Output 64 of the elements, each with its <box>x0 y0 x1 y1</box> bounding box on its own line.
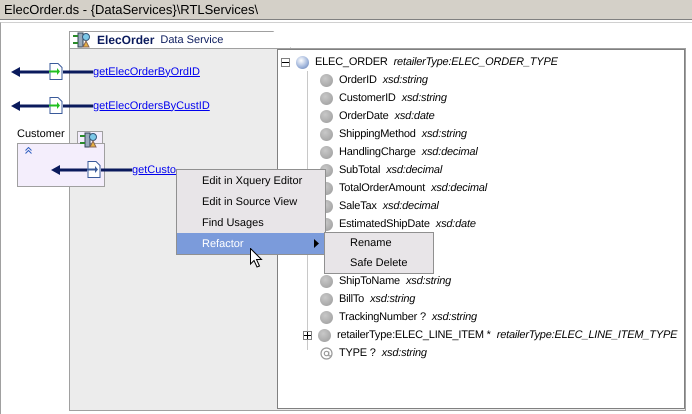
element-type: xsd:string <box>402 92 447 104</box>
menu-item[interactable]: Rename <box>325 233 433 253</box>
element-name[interactable]: OrderID <box>339 74 377 86</box>
attribute-name[interactable]: TYPE ? <box>339 347 376 359</box>
element-type: xsd:decimal <box>431 182 487 194</box>
element-icon <box>296 56 309 68</box>
element-name[interactable]: CustomerID <box>339 92 396 104</box>
element-type: retailerType:ELEC_ORDER_TYPE <box>394 56 558 68</box>
data-service-icon <box>80 132 98 148</box>
expand-icon[interactable] <box>303 330 312 340</box>
element-type: retailerType:ELEC_LINE_ITEM_TYPE <box>496 329 678 341</box>
attribute-icon <box>320 346 333 360</box>
operation-link[interactable]: getElecOrderByOrdID <box>93 66 200 78</box>
element-name[interactable]: retailerType:ELEC_LINE_ITEM * <box>337 329 491 341</box>
element-icon <box>320 128 333 140</box>
document-icon <box>87 161 101 178</box>
element-type: xsd:decimal <box>386 164 442 176</box>
element-name[interactable]: TrackingNumber ? <box>339 311 426 323</box>
menu-item[interactable]: Safe Delete <box>325 253 433 273</box>
element-name[interactable]: OrderDate <box>339 110 389 122</box>
connector-line <box>63 104 93 108</box>
window-title: ElecOrder.ds - {DataServices}\RTLServices\ <box>4 2 258 17</box>
collapse-icon[interactable] <box>281 58 290 66</box>
element-type: xsd:string <box>382 347 427 359</box>
node-title: Customer <box>17 128 65 140</box>
element-type: xsd:string <box>406 275 452 287</box>
menu-item[interactable]: Edit in Xquery Editor <box>177 170 325 191</box>
operation-link[interactable]: getCusto <box>132 164 176 176</box>
element-type: xsd:string <box>432 311 477 323</box>
menu-item[interactable]: Edit in Source View <box>177 191 325 212</box>
service-kind: Data Service <box>160 34 224 46</box>
document-icon <box>49 63 63 80</box>
element-name[interactable]: EstimatedShipDate <box>339 218 430 230</box>
mouse-cursor-icon <box>250 248 263 268</box>
element-type: xsd:string <box>382 74 428 86</box>
element-icon <box>320 146 333 158</box>
data-service-icon <box>73 32 91 48</box>
element-type: xsd:decimal <box>382 200 439 212</box>
element-icon <box>320 110 333 122</box>
element-name[interactable]: ShippingMethod <box>339 128 416 140</box>
document-icon <box>49 97 63 114</box>
element-type: xsd:string <box>422 128 467 140</box>
element-type: xsd:date <box>394 110 435 122</box>
connector-line <box>63 70 93 74</box>
element-name[interactable]: ShipToName <box>339 275 400 287</box>
element-name[interactable]: TotalOrderAmount <box>339 182 426 194</box>
element-name[interactable]: SubTotal <box>339 164 380 176</box>
element-type: xsd:date <box>436 218 476 230</box>
element-type: xsd:decimal <box>422 146 478 158</box>
element-icon <box>320 74 333 86</box>
element-icon <box>320 310 333 324</box>
element-icon <box>320 92 333 104</box>
element-name[interactable]: SaleTax <box>339 200 377 212</box>
element-name[interactable]: BillTo <box>339 293 364 305</box>
element-type: xsd:string <box>370 293 416 305</box>
element-name[interactable]: HandlingCharge <box>339 146 416 158</box>
menu-item[interactable]: Find Usages <box>177 212 325 233</box>
service-name: ElecOrder <box>97 33 154 47</box>
element-name[interactable]: ELEC_ORDER <box>315 56 388 68</box>
connector-line <box>101 168 132 172</box>
element-icon <box>318 328 331 342</box>
operation-link[interactable]: getElecOrdersByCustID <box>93 100 210 112</box>
element-icon <box>320 292 333 306</box>
element-icon <box>320 274 333 288</box>
